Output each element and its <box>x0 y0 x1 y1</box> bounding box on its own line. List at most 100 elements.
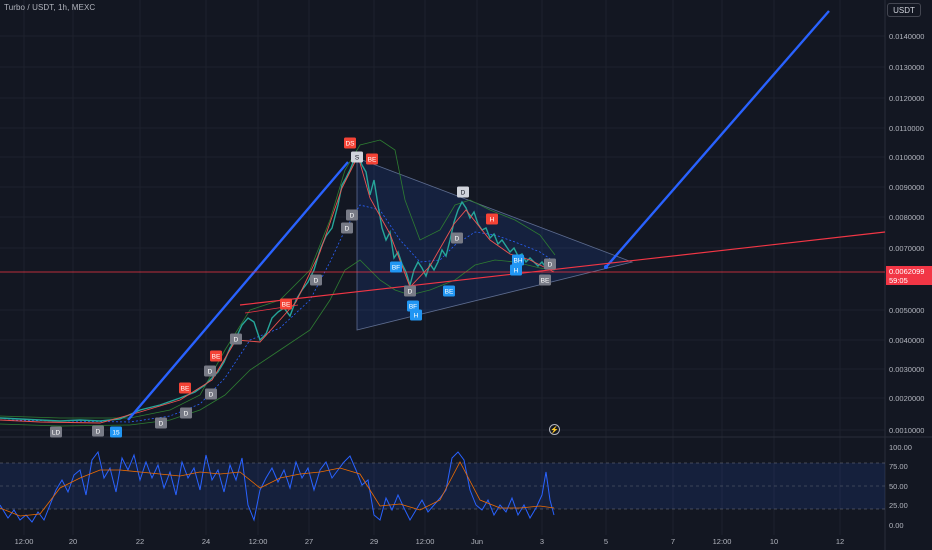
price-tick-label: 0.0110000 <box>889 124 924 133</box>
signal-marker[interactable]: H <box>486 213 498 225</box>
signal-label: H <box>490 217 495 224</box>
time-tick-label: 22 <box>136 537 144 546</box>
signal-label: D <box>208 369 213 376</box>
signal-label: BF <box>392 265 400 272</box>
signal-marker[interactable]: D <box>205 388 217 400</box>
time-tick-label: 10 <box>770 537 778 546</box>
lightning-icon[interactable]: ⚡ <box>549 424 560 435</box>
time-tick-label: 12:00 <box>713 537 732 546</box>
price-tick-label: 0.0050000 <box>889 306 924 315</box>
time-tick-label: 12:00 <box>416 537 435 546</box>
countdown-timer: 59:05 <box>889 276 908 285</box>
signal-marker[interactable]: H <box>510 264 522 276</box>
chart-canvas[interactable]: LD D 15DDBEDDBEDBEDDDDSS BEBFDBFDHBEDHBHHBE… <box>0 0 932 550</box>
signal-marker[interactable]: BH <box>512 254 524 266</box>
price-tick-label: 0.0010000 <box>889 426 924 435</box>
signal-marker[interactable]: D <box>155 417 167 429</box>
current-price-tag: 0.0062099 59:05 <box>886 266 932 285</box>
time-tick-label: 12 <box>836 537 844 546</box>
signal-label: BE <box>181 386 190 393</box>
time-tick-label: 12:00 <box>15 537 34 546</box>
time-tick-label: 29 <box>370 537 378 546</box>
signal-label: DS <box>345 141 355 148</box>
time-tick-label: 5 <box>604 537 608 546</box>
price-tick-label: 0.0030000 <box>889 365 924 374</box>
signal-label: D <box>455 236 460 243</box>
signal-label: BE <box>282 302 291 309</box>
signal-label: LD <box>52 430 61 437</box>
signal-marker[interactable]: 15 <box>110 426 122 438</box>
blue-trend-line-up <box>127 161 349 421</box>
signal-label: D <box>234 337 239 344</box>
signal-label: D <box>350 213 355 220</box>
currency-button[interactable]: USDT <box>887 3 921 17</box>
signal-label: D <box>314 278 319 285</box>
signal-marker[interactable]: BF <box>390 261 402 273</box>
signal-marker[interactable]: D <box>404 285 416 297</box>
signal-label: BH <box>513 258 522 265</box>
signal-label: D <box>461 190 466 197</box>
signal-marker[interactable]: D <box>92 425 104 437</box>
rsi-tick-label: 75.00 <box>889 462 908 471</box>
blue-projection-line <box>605 10 830 268</box>
signal-marker[interactable]: BE <box>539 274 551 286</box>
time-tick-label: 27 <box>305 537 313 546</box>
price-tick-label: 0.0120000 <box>889 94 924 103</box>
signal-marker[interactable]: D <box>341 222 353 234</box>
projection-anchor <box>604 265 608 269</box>
signal-marker[interactable]: BE <box>280 298 292 310</box>
signal-label: H <box>514 268 519 275</box>
signal-label: BF <box>409 304 417 311</box>
rsi-axis: 100.00 75.00 50.00 25.00 0.00 <box>889 443 912 530</box>
signal-marker[interactable]: BE <box>366 153 378 165</box>
price-tick-label: 0.0090000 <box>889 183 924 192</box>
signal-marker[interactable]: D <box>457 186 469 198</box>
time-tick-label: 20 <box>69 537 77 546</box>
signal-marker[interactable]: D <box>204 365 216 377</box>
signal-marker[interactable]: D <box>451 232 463 244</box>
signal-label: BE <box>541 278 550 285</box>
signal-label: D <box>345 226 350 233</box>
rsi-tick-label: 0.00 <box>889 521 904 530</box>
price-tick-label: 0.0040000 <box>889 336 924 345</box>
symbol-title[interactable]: Turbo / USDT, 1h, MEXC <box>4 3 95 12</box>
time-tick-label: 7 <box>671 537 675 546</box>
time-tick-label: 3 <box>540 537 544 546</box>
signal-label: D <box>184 411 189 418</box>
price-tick-label: 0.0140000 <box>889 32 924 41</box>
current-price-value: 0.0062099 <box>889 267 925 276</box>
signal-marker[interactable]: D <box>544 258 556 270</box>
signal-marker[interactable]: BE <box>179 382 191 394</box>
time-tick-label: 12:00 <box>249 537 268 546</box>
signal-marker[interactable]: LD <box>50 426 62 438</box>
signal-label: BE <box>445 289 454 296</box>
signal-marker[interactable]: D <box>310 274 322 286</box>
triangle-pattern <box>356 157 634 331</box>
signal-marker[interactable]: BE <box>443 285 455 297</box>
time-tick-label: 24 <box>202 537 210 546</box>
signal-label: D <box>159 421 164 428</box>
signal-marker[interactable]: H <box>410 309 422 321</box>
price-tick-label: 0.0070000 <box>889 244 924 253</box>
price-tick-label: 0.0080000 <box>889 213 924 222</box>
signal-label: D <box>209 392 214 399</box>
signal-marker[interactable]: DS <box>344 137 356 149</box>
signal-label: BE <box>212 354 221 361</box>
signal-label: D <box>548 262 553 269</box>
rsi-tick-label: 25.00 <box>889 501 908 510</box>
signal-marker[interactable]: D <box>180 407 192 419</box>
signal-label: 15 <box>112 430 120 437</box>
signal-label: D <box>96 429 101 436</box>
price-tick-label: 0.0130000 <box>889 63 924 72</box>
signal-marker[interactable]: D <box>230 333 242 345</box>
price-tick-label: 0.0020000 <box>889 394 924 403</box>
signal-label: BE <box>368 157 377 164</box>
time-tick-label: Jun <box>471 537 483 546</box>
signal-label: D <box>408 289 413 296</box>
rsi-tick-label: 50.00 <box>889 482 908 491</box>
price-tick-label: 0.0100000 <box>889 153 924 162</box>
signal-label: H <box>414 313 419 320</box>
signal-marker[interactable]: S <box>351 151 363 163</box>
signal-marker[interactable]: D <box>346 209 358 221</box>
signal-marker[interactable]: BE <box>210 350 222 362</box>
